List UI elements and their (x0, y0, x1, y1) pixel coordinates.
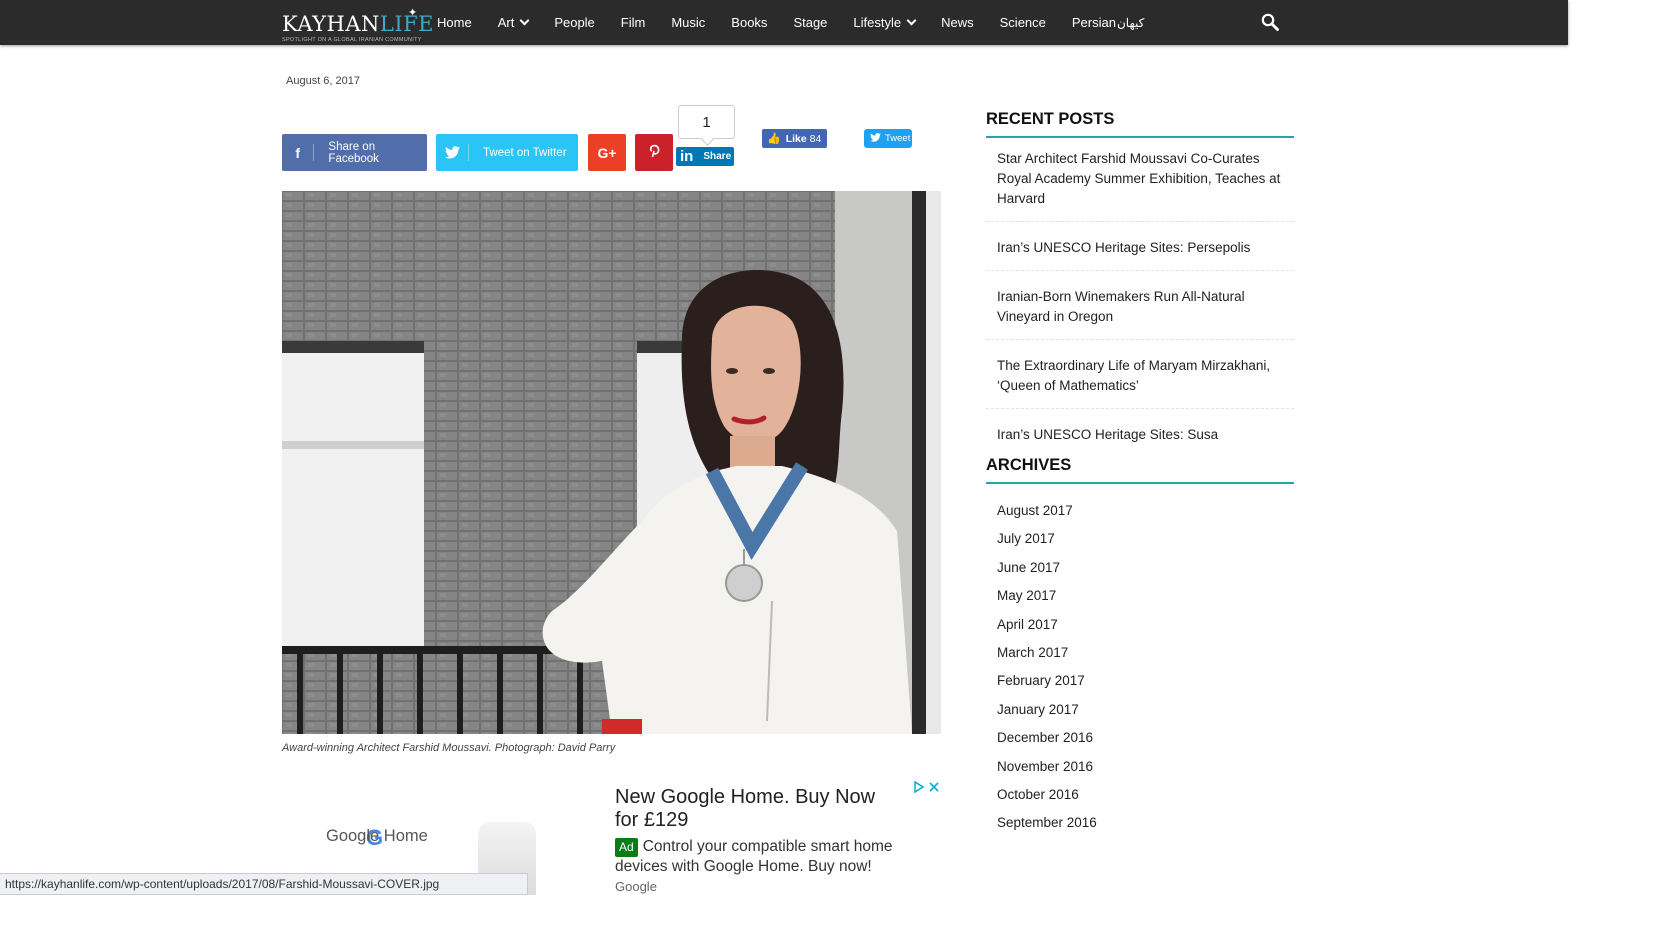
nav-item-people[interactable]: People (554, 15, 594, 30)
facebook-like-count: 84 (809, 132, 822, 145)
logo-brand-main: KAYHAN (282, 12, 380, 36)
nav-item-label: Lifestyle (853, 15, 902, 30)
archive-link[interactable]: August 2017 (997, 499, 1097, 527)
recent-post-link[interactable]: Iranian-Born Winemakers Run All-Natural … (986, 280, 1294, 340)
thumbs-up-icon: 👍 (767, 133, 781, 145)
archive-link[interactable]: September 2016 (997, 811, 1097, 839)
nav-item-persian[interactable]: Persian کیهان (1072, 15, 1144, 30)
ad-badge: Ad (615, 838, 638, 857)
ad-product-label: Google Home (326, 827, 428, 845)
nav-item-art[interactable]: Art (497, 15, 530, 30)
divider (468, 144, 469, 161)
close-icon[interactable] (926, 779, 941, 794)
recent-posts-list: Star Architect Farshid Moussavi Co-Curat… (986, 142, 1294, 466)
share-pinterest-button[interactable] (635, 134, 673, 171)
logo-brand-accent: LIFE (379, 12, 435, 36)
archive-link[interactable]: October 2016 (997, 783, 1097, 811)
nav-item-science[interactable]: Science (1000, 15, 1046, 30)
share-twitter-button[interactable]: Tweet on Twitter (436, 134, 578, 171)
nav-item-books[interactable]: Books (731, 15, 767, 30)
nav-item-label: Music (671, 15, 706, 30)
pinterest-icon (649, 144, 660, 161)
tweet-label: Tweet (885, 133, 911, 144)
nav-item-stage[interactable]: Stage (793, 15, 827, 30)
archive-link[interactable]: April 2017 (997, 613, 1097, 641)
main-nav: Home Art People Film Music Books Stage Lifestyl… (437, 0, 1170, 45)
ad-controls (911, 779, 942, 795)
article-date: August 6, 2017 (286, 75, 361, 87)
photo-caption: Award-winning Architect Farshid Moussavi… (282, 742, 616, 754)
nav-item-label: People (554, 15, 595, 30)
nav-item-label: Art (497, 15, 515, 30)
facebook-like-button[interactable]: 👍 Like 84 (762, 129, 827, 148)
archive-link[interactable]: February 2017 (997, 669, 1097, 697)
archive-link[interactable]: June 2017 (997, 556, 1097, 584)
nav-item-label: Persian (1071, 15, 1116, 30)
adchoices-icon[interactable] (911, 779, 926, 794)
nav-item-label: Books (731, 15, 768, 30)
archive-link[interactable]: March 2017 (997, 641, 1097, 669)
ad-title[interactable]: New Google Home. Buy Now for £129 (615, 786, 895, 832)
archive-link[interactable]: December 2016 (997, 726, 1097, 754)
recent-posts-title: RECENT POSTS (986, 110, 1294, 138)
linkedin-share-label: Share (703, 151, 732, 162)
ad-description-text: Control your compatible smart home devic… (615, 838, 893, 875)
recent-post-link[interactable]: Iran’s UNESCO Heritage Sites: Susa (986, 418, 1294, 457)
nav-item-label: Film (620, 15, 646, 30)
chevron-down-icon (906, 15, 917, 26)
archive-link[interactable]: May 2017 (997, 584, 1097, 612)
share-google-plus-button[interactable]: G+ (588, 134, 626, 171)
persian-logo-text: کیهان (1116, 15, 1145, 30)
nav-item-news[interactable]: News (941, 15, 974, 30)
top-navigation-bar: KAYHANLIFE ✦ SPOTLIGHT ON A GLOBAL IRANI… (0, 0, 1568, 45)
chevron-down-icon (519, 15, 530, 26)
tweet-button[interactable]: Tweet (864, 129, 912, 148)
portrait-illustration (282, 191, 941, 734)
browser-status-bar: https://kayhanlife.com/wp-content/upload… (0, 873, 528, 895)
nav-item-film[interactable]: Film (621, 15, 646, 30)
twitter-bird-icon (870, 132, 881, 145)
nav-item-lifestyle[interactable]: Lifestyle (853, 15, 917, 30)
share-bar: f Share on Facebook Tweet on Twitter G+ 1… (282, 105, 942, 175)
ad-description: Ad Control your compatible smart home dev… (615, 837, 915, 876)
nav-item-music[interactable]: Music (671, 15, 705, 30)
search-icon[interactable] (1261, 13, 1279, 31)
archives-list: August 2017 July 2017 June 2017 May 2017 Apr… (997, 499, 1097, 840)
google-plus-icon: G+ (597, 144, 617, 161)
linkedin-icon: in (680, 148, 694, 165)
logo-tagline: SPOTLIGHT ON A GLOBAL IRANIAN COMMUNITY (282, 37, 422, 43)
twitter-icon (436, 146, 468, 159)
recent-post-link[interactable]: The Extraordinary Life of Maryam Mirzakh… (986, 349, 1294, 409)
nav-item-label: Home (437, 15, 472, 30)
share-facebook-button[interactable]: f Share on Facebook (282, 134, 427, 171)
article-featured-photo[interactable] (282, 191, 941, 734)
archive-link[interactable]: November 2016 (997, 755, 1097, 783)
nav-item-label: News (941, 15, 974, 30)
recent-post-link[interactable]: Star Architect Farshid Moussavi Co-Curat… (986, 142, 1294, 222)
recent-post-link[interactable]: Iran’s UNESCO Heritage Sites: Persepolis (986, 231, 1294, 271)
archives-title: ARCHIVES (986, 456, 1294, 484)
logo-bird-icon: ✦ (408, 7, 418, 19)
divider (313, 144, 315, 161)
share-twitter-label: Tweet on Twitter (483, 146, 567, 159)
facebook-icon: f (295, 144, 301, 161)
linkedin-share-count: 1 (678, 105, 735, 139)
share-facebook-label: Share on Facebook (328, 140, 379, 165)
nav-item-label: Science (999, 15, 1046, 30)
linkedin-share-button[interactable]: in Share (676, 147, 734, 166)
archive-link[interactable]: July 2017 (997, 527, 1097, 555)
facebook-like-label: Like (785, 132, 807, 145)
nav-item-label: Stage (793, 15, 828, 30)
site-logo[interactable]: KAYHANLIFE ✦ SPOTLIGHT ON A GLOBAL IRANI… (282, 6, 435, 44)
nav-item-home[interactable]: Home (437, 15, 472, 30)
archive-link[interactable]: January 2017 (997, 698, 1097, 726)
ad-source[interactable]: Google (615, 879, 657, 894)
